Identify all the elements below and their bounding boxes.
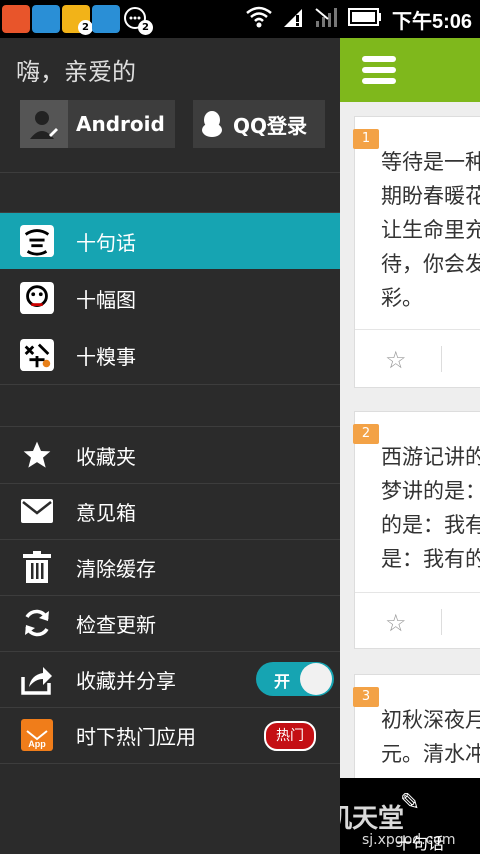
greeting: 嗨，亲爱的 <box>16 58 136 86</box>
card-line: 西游记讲的 <box>381 445 480 469</box>
menu-check-update[interactable]: 检查更新 <box>0 595 340 651</box>
quote-card[interactable]: 2 西游记讲的 梦讲的是： 的是：我有 是：我有的 ☆ <box>353 411 480 651</box>
hot-badge: 热门 <box>264 721 316 751</box>
card-number: 1 <box>353 129 379 149</box>
menu-label: 收藏并分享 <box>76 668 176 693</box>
divider <box>441 346 442 372</box>
qq-login-button[interactable]: QQ登录 <box>193 100 325 148</box>
chat-app-icon: 2 <box>62 5 93 35</box>
card-number: 3 <box>353 687 379 707</box>
trash-icon <box>20 550 54 584</box>
star-icon[interactable]: ☆ <box>385 609 407 637</box>
mountain-app-icon-2 <box>92 5 120 33</box>
refresh-icon <box>20 606 54 640</box>
category-ten-sentences[interactable]: 十句话 <box>0 213 340 269</box>
app-icon-text: App <box>28 739 46 749</box>
divider <box>0 172 340 173</box>
qq-penguin-icon <box>193 110 231 138</box>
menu-label: 检查更新 <box>76 612 156 637</box>
divider <box>0 384 340 385</box>
avatar-icon <box>20 100 68 148</box>
ten-sentences-icon <box>20 224 54 258</box>
battery-icon <box>347 8 382 30</box>
qq-login-label: QQ登录 <box>233 113 308 138</box>
card-line: 初秋深夜月 <box>381 708 480 732</box>
content-area: 1 等待是一种 期盼春暖花 让生命里充 待，你会发 彩。 ☆ 2 西游记讲的 梦… <box>340 38 480 854</box>
share-icon <box>20 662 54 696</box>
card-line: 期盼春暖花 <box>381 184 480 208</box>
card-line: 让生命里充 <box>381 218 480 242</box>
sogou-input-icon <box>2 5 30 33</box>
notification-badge: 2 <box>78 20 93 35</box>
menu-icon[interactable] <box>362 51 396 89</box>
category-ten-jokes[interactable]: 十糗事 <box>0 327 340 383</box>
card-number: 2 <box>353 424 379 444</box>
no-signal-icon <box>314 5 338 33</box>
watermark-url: sj.xpgod.com <box>362 832 456 848</box>
content-header <box>340 38 480 102</box>
quote-card[interactable]: 1 等待是一种 期盼春暖花 让生命里充 待，你会发 彩。 ☆ <box>353 116 480 388</box>
divider <box>0 763 340 764</box>
divider <box>441 609 442 635</box>
android-login-label: Android <box>76 112 165 136</box>
star-icon <box>20 438 54 472</box>
category-label: 十糗事 <box>76 344 136 369</box>
card-line: 彩。 <box>381 286 423 310</box>
category-ten-pictures[interactable]: 十幅图 <box>0 270 340 326</box>
app-store-icon: App <box>20 718 54 752</box>
message-bubble-icon: 2 <box>122 5 153 35</box>
card-line: 等待是一种 <box>381 150 480 174</box>
notification-badge-2: 2 <box>138 20 153 35</box>
toggle-knob <box>300 663 332 695</box>
ten-jokes-icon <box>20 338 54 372</box>
ten-pictures-icon <box>20 281 54 315</box>
card-actions: ☆ <box>355 592 480 651</box>
menu-label: 时下热门应用 <box>76 724 196 749</box>
card-line: 梦讲的是： <box>381 479 480 503</box>
side-drawer: 嗨，亲爱的 Android QQ登录 十句话 十幅图 十糗事 收藏夹 意见箱 清… <box>0 38 340 854</box>
android-login-button[interactable]: Android <box>20 100 175 148</box>
category-label: 十句话 <box>76 230 136 255</box>
card-actions: ☆ <box>355 329 480 388</box>
card-line: 的是：我有 <box>381 513 480 537</box>
menu-clear-cache[interactable]: 清除缓存 <box>0 539 340 595</box>
clock: 下午5:06 <box>391 10 472 33</box>
signal-alert-icon <box>282 5 304 33</box>
card-line: 待，你会发 <box>381 252 480 276</box>
menu-feedback[interactable]: 意见箱 <box>0 483 340 539</box>
star-icon[interactable]: ☆ <box>385 346 407 374</box>
share-toggle[interactable]: 开 <box>256 662 334 696</box>
envelope-icon <box>20 494 54 528</box>
menu-favorites[interactable]: 收藏夹 <box>0 427 340 483</box>
status-bar: 2 2 下午5:06 <box>0 0 480 38</box>
menu-label: 收藏夹 <box>76 444 136 469</box>
menu-label: 意见箱 <box>76 500 136 525</box>
card-line: 是：我有的 <box>381 547 480 571</box>
card-line: 元。清水冲 <box>381 742 480 766</box>
menu-label: 清除缓存 <box>76 556 156 581</box>
category-label: 十幅图 <box>76 287 136 312</box>
mountain-app-icon <box>32 5 60 33</box>
toggle-label: 开 <box>274 672 291 691</box>
wifi-icon <box>246 6 272 32</box>
